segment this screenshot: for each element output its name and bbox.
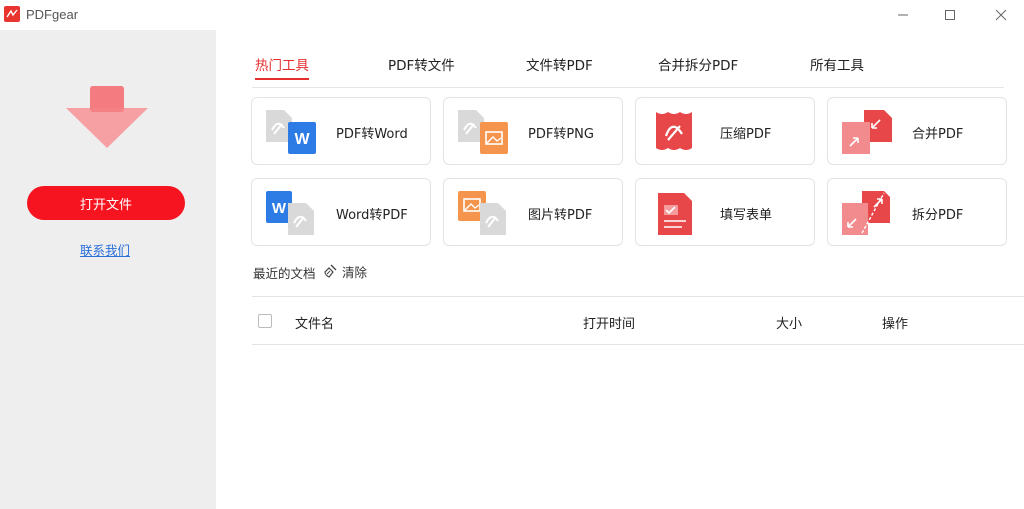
tab-popular-tools[interactable]: 热门工具 (255, 54, 309, 74)
tool-card-compress-pdf[interactable]: 压缩PDF (635, 97, 815, 165)
active-tab-indicator (255, 78, 309, 80)
tool-label: Word转PDF (336, 208, 408, 223)
compress-pdf-icon (656, 112, 692, 150)
tool-card-pdf-to-word[interactable]: W PDF转Word (251, 97, 431, 165)
clear-label: 清除 (342, 264, 368, 280)
tab-pdf-to-file[interactable]: PDF转文件 (388, 54, 455, 74)
pdf-to-png-icon (458, 110, 508, 154)
svg-text:W: W (294, 131, 310, 148)
pdf-to-word-icon: W (266, 110, 316, 154)
tab-all-tools[interactable]: 所有工具 (810, 54, 864, 74)
minimize-icon (898, 14, 908, 16)
contact-us-link[interactable]: 联系我们 (80, 240, 130, 259)
pdfgear-logo-icon (4, 6, 20, 22)
sidebar: 打开文件 联系我们 (0, 30, 216, 509)
recent-documents-label: 最近的文档 (253, 266, 316, 281)
tool-label: 填写表单 (720, 208, 773, 223)
download-arrow-icon (66, 86, 148, 148)
tab-merge-split-pdf[interactable]: 合并拆分PDF (658, 54, 738, 74)
select-all-checkbox[interactable] (258, 314, 272, 328)
maximize-button[interactable] (927, 0, 973, 30)
tab-file-to-pdf[interactable]: 文件转PDF (526, 54, 593, 74)
svg-text:W: W (272, 200, 287, 217)
close-icon (995, 9, 1007, 21)
merge-pdf-icon (842, 110, 892, 154)
close-button[interactable] (978, 0, 1024, 30)
tool-label: PDF转Word (336, 127, 408, 142)
tool-tabs: 热门工具 PDF转文件 文件转PDF 合并拆分PDF 所有工具 (252, 52, 1004, 88)
app-title: PDFgear (26, 7, 79, 22)
tool-card-fill-form[interactable]: 填写表单 (635, 178, 815, 246)
tool-label: 拆分PDF (912, 208, 964, 223)
maximize-icon (945, 10, 955, 20)
column-header-filename[interactable]: 文件名 (295, 313, 334, 332)
tool-label: 图片转PDF (528, 208, 593, 223)
tool-label: 压缩PDF (720, 127, 772, 142)
recent-files-table-header: 文件名 打开时间 大小 操作 (252, 296, 1024, 345)
tool-card-pdf-to-png[interactable]: PDF转PNG (443, 97, 623, 165)
broom-icon (324, 264, 337, 278)
minimize-button[interactable] (880, 0, 926, 30)
clear-button[interactable]: 清除 (322, 262, 367, 280)
tool-card-image-to-pdf[interactable]: 图片转PDF (443, 178, 623, 246)
word-to-pdf-icon: W (266, 191, 314, 235)
tool-card-word-to-pdf[interactable]: W Word转PDF (251, 178, 431, 246)
tool-label: PDF转PNG (528, 127, 594, 142)
column-header-open-time[interactable]: 打开时间 (583, 313, 635, 332)
image-to-pdf-icon (458, 191, 506, 235)
fill-form-icon (658, 193, 692, 235)
title-bar: PDFgear (0, 0, 1024, 30)
tool-card-split-pdf[interactable]: 拆分PDF (827, 178, 1007, 246)
split-pdf-icon (842, 191, 890, 235)
tool-label: 合并PDF (912, 127, 964, 142)
column-header-size[interactable]: 大小 (776, 313, 802, 332)
tool-card-merge-pdf[interactable]: 合并PDF (827, 97, 1007, 165)
open-file-button[interactable]: 打开文件 (27, 186, 185, 220)
column-header-actions: 操作 (882, 317, 909, 332)
